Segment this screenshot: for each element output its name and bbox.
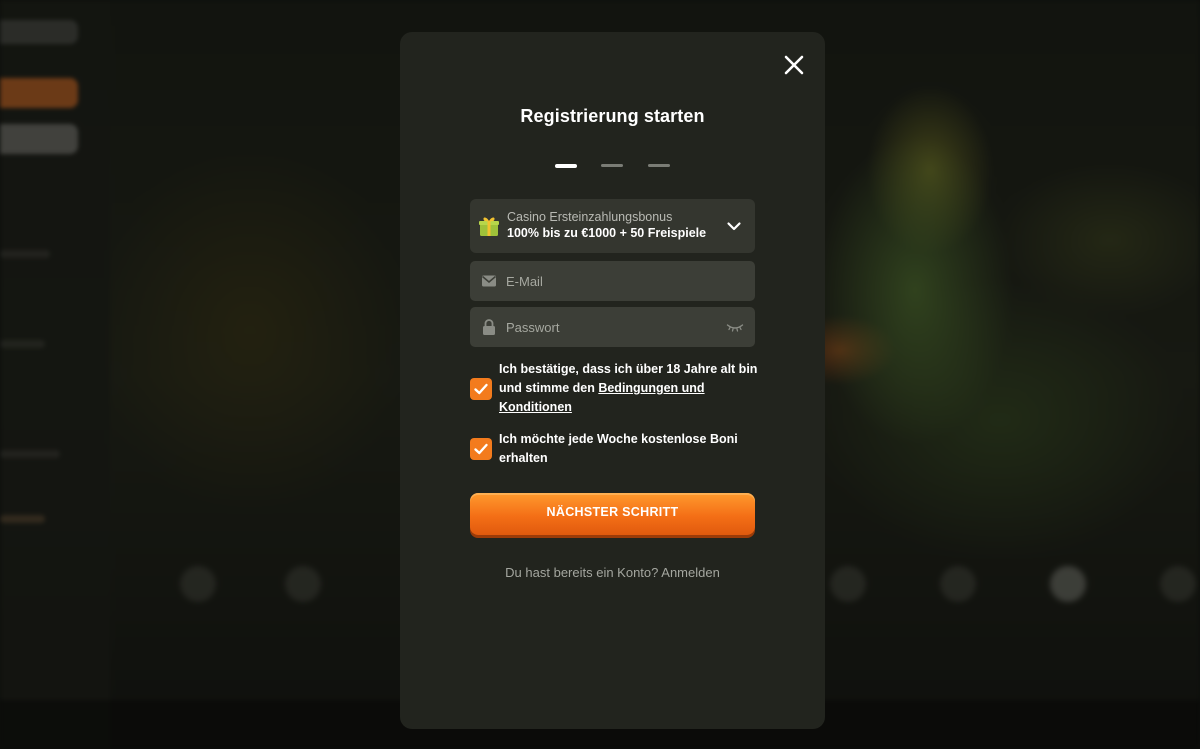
background-shape xyxy=(180,566,216,602)
background-shape xyxy=(940,566,976,602)
envelope-icon xyxy=(482,275,496,287)
background-shape xyxy=(285,566,321,602)
gift-icon xyxy=(479,217,499,236)
background-shape xyxy=(0,78,78,108)
background-shape xyxy=(0,124,78,154)
terms-consent-text: Ich bestätige, dass ich über 18 Jahre al… xyxy=(499,360,761,417)
eye-closed-icon[interactable] xyxy=(726,320,744,334)
weekly-bonus-checkbox[interactable] xyxy=(470,438,492,460)
password-field xyxy=(470,307,755,347)
step-indicator xyxy=(555,164,671,168)
terms-checkbox[interactable] xyxy=(470,378,492,400)
step-1-indicator xyxy=(555,164,577,168)
background-shape xyxy=(830,566,866,602)
close-button[interactable] xyxy=(781,52,807,78)
background-shape xyxy=(0,515,45,523)
login-link[interactable]: Du hast bereits ein Konto? Anmelden xyxy=(505,565,720,580)
background-shape xyxy=(0,450,60,458)
background-shape xyxy=(0,250,50,258)
next-step-button[interactable]: NÄCHSTER SCHRITT xyxy=(470,493,755,535)
checkmark-icon xyxy=(474,383,488,395)
background-shape xyxy=(1160,566,1196,602)
registration-modal: Registrierung starten Casino Ersteinzahl… xyxy=(400,32,825,729)
background-sidebar xyxy=(0,0,110,749)
email-field xyxy=(470,261,755,301)
background-shape xyxy=(0,20,78,44)
bonus-selector[interactable]: Casino Ersteinzahlungsbonus 100% bis zu … xyxy=(470,199,755,253)
checkmark-icon xyxy=(474,443,488,455)
background-shape xyxy=(1050,566,1086,602)
email-input[interactable] xyxy=(506,261,721,301)
modal-title: Registrierung starten xyxy=(520,106,705,126)
bonus-offer: 100% bis zu €1000 + 50 Freispiele xyxy=(507,226,707,240)
lock-icon xyxy=(483,319,495,335)
close-icon xyxy=(784,55,804,75)
login-prompt: Du hast bereits ein Konto? Anmelden xyxy=(400,565,825,580)
chevron-down-icon xyxy=(727,222,741,231)
password-input[interactable] xyxy=(506,307,721,347)
background-shape xyxy=(0,340,45,348)
bonus-label: Casino Ersteinzahlungsbonus xyxy=(507,210,673,224)
weekly-bonus-text: Ich möchte jede Woche kostenlose Boni er… xyxy=(499,432,738,465)
step-2-indicator xyxy=(601,164,623,167)
step-3-indicator xyxy=(648,164,670,167)
